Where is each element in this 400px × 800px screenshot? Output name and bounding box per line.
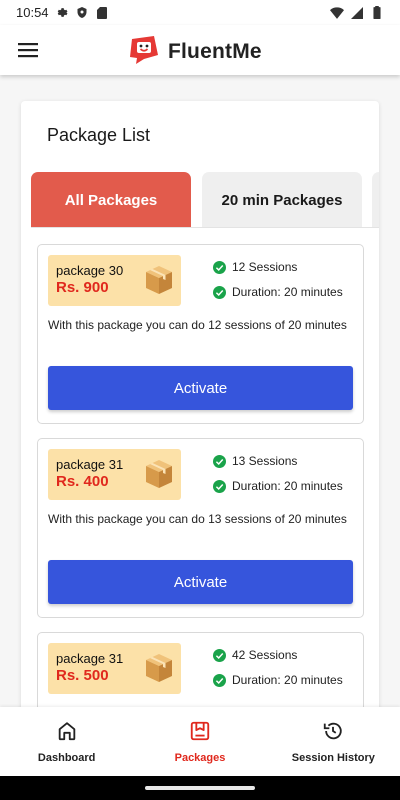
- package-price: Rs. 500: [56, 667, 109, 684]
- check-circle-icon: [213, 260, 226, 274]
- app-bar: FluentMe: [0, 25, 400, 75]
- status-time: 10:54: [16, 5, 49, 20]
- nav-session-history-label: Session History: [291, 751, 375, 764]
- duration-feature: Duration: 20 minutes: [213, 285, 343, 299]
- check-circle-icon: [213, 648, 226, 662]
- nav-packages-label: Packages: [174, 751, 226, 764]
- activate-button[interactable]: Activate: [48, 560, 353, 604]
- app-title: FluentMe: [168, 39, 262, 63]
- history-icon: [322, 720, 344, 742]
- signal-icon: [350, 6, 364, 20]
- home-icon: [56, 720, 78, 742]
- battery-icon: [370, 6, 384, 20]
- package-list-card: Package List All Packages 20 min Package…: [21, 101, 379, 721]
- duration-text: Duration: 20 minutes: [232, 285, 343, 299]
- check-circle-icon: [213, 479, 226, 493]
- activate-button[interactable]: Activate: [48, 366, 353, 410]
- package-box-icon: [144, 652, 174, 684]
- fluentme-logo-icon: [128, 33, 160, 70]
- package-card: package 30 Rs. 900 12 Sessions Duration:…: [37, 244, 364, 424]
- check-circle-icon: [213, 454, 226, 468]
- sessions-text: 42 Sessions: [232, 648, 298, 662]
- nav-dashboard[interactable]: Dashboard: [0, 707, 133, 776]
- tab-20-min-packages[interactable]: 20 min Packages: [202, 172, 362, 228]
- duration-feature: Duration: 20 minutes: [213, 673, 343, 687]
- tab-next-partial[interactable]: [372, 172, 379, 228]
- tab-all-packages[interactable]: All Packages: [31, 172, 191, 228]
- package-badge: package 31 Rs. 500: [48, 643, 181, 694]
- package-icon: [189, 720, 211, 742]
- duration-text: Duration: 20 minutes: [232, 479, 343, 493]
- sessions-text: 13 Sessions: [232, 454, 298, 468]
- sd-card-icon: [95, 6, 109, 20]
- package-name: package 31: [56, 457, 124, 472]
- hamburger-menu-icon[interactable]: [0, 25, 56, 75]
- package-description: With this package you can do 12 sessions…: [48, 318, 347, 332]
- page-title: Package List: [47, 125, 151, 145]
- package-box-icon: [144, 264, 174, 296]
- brand: FluentMe: [128, 33, 262, 70]
- package-price: Rs. 900: [56, 279, 109, 296]
- package-badge: package 30 Rs. 900: [48, 255, 181, 306]
- home-gesture-pill[interactable]: [145, 786, 255, 790]
- check-circle-icon: [213, 285, 226, 299]
- package-box-icon: [144, 458, 174, 490]
- sessions-feature: 13 Sessions: [213, 454, 297, 468]
- package-tabs: All Packages 20 min Packages: [31, 172, 379, 228]
- package-description: With this package you can do 13 sessions…: [48, 512, 347, 526]
- duration-feature: Duration: 20 minutes: [213, 479, 343, 493]
- tabs-divider: [31, 227, 379, 228]
- duration-text: Duration: 20 minutes: [232, 673, 343, 687]
- package-badge: package 31 Rs. 400: [48, 449, 181, 500]
- nav-session-history[interactable]: Session History: [267, 707, 400, 776]
- settings-icon: [55, 6, 69, 20]
- nav-dashboard-label: Dashboard: [37, 751, 96, 764]
- shield-icon: [75, 6, 89, 20]
- sessions-feature: 12 Sessions: [213, 260, 297, 274]
- check-circle-icon: [213, 673, 226, 687]
- status-bar: 10:54: [0, 0, 400, 25]
- package-name: package 30: [56, 263, 124, 278]
- package-card: package 31 Rs. 400 13 Sessions Duration:…: [37, 438, 364, 618]
- package-price: Rs. 400: [56, 473, 109, 490]
- sessions-text: 12 Sessions: [232, 260, 298, 274]
- nav-packages[interactable]: Packages: [133, 707, 266, 776]
- wifi-icon: [330, 6, 344, 20]
- package-name: package 31: [56, 651, 124, 666]
- bottom-nav: Dashboard Packages Session History: [0, 707, 400, 776]
- sessions-feature: 42 Sessions: [213, 648, 297, 662]
- system-nav-bar: [0, 776, 400, 800]
